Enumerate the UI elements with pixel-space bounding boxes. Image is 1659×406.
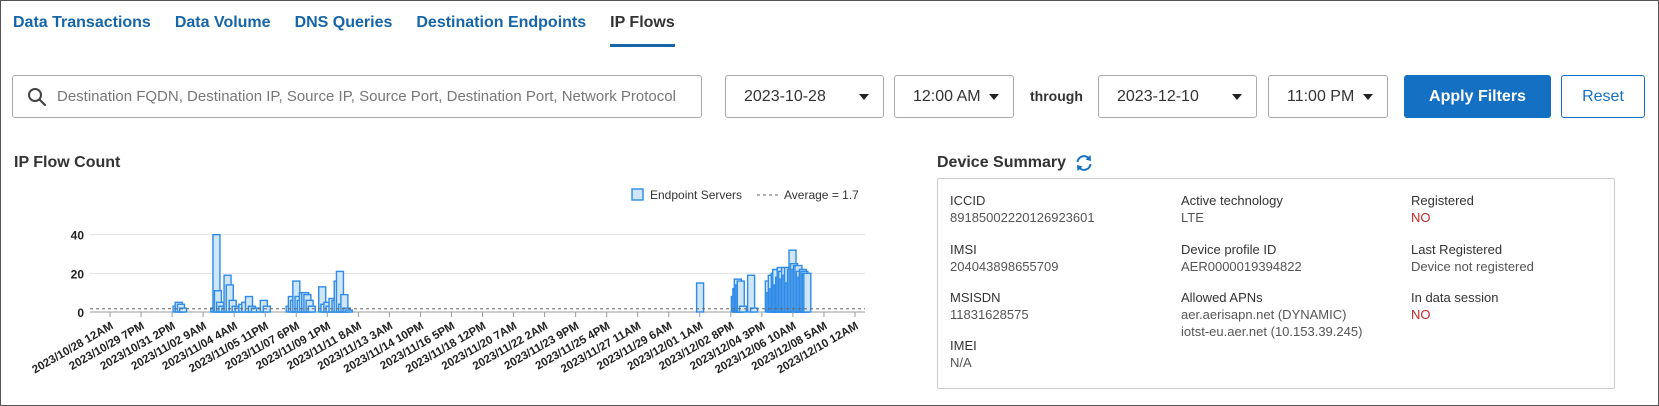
field-registered: Registered NO [1411, 192, 1474, 226]
field-label: Last Registered [1411, 242, 1503, 257]
end-time-select[interactable]: 11:00 PM [1268, 75, 1388, 118]
tab-ip-flows[interactable]: IP Flows [610, 12, 675, 47]
tab-dns-queries[interactable]: DNS Queries [295, 12, 393, 47]
field-label: Allowed APNs [1181, 290, 1263, 305]
field-label: ICCID [950, 193, 986, 208]
tab-bar: Data Transactions Data Volume DNS Querie… [13, 12, 699, 47]
y-tick-label: 0 [77, 306, 84, 320]
field-in-data-session: In data session NO [1411, 289, 1498, 323]
field-value: LTE [1181, 210, 1204, 225]
search-icon [28, 87, 47, 106]
through-label: through [1030, 88, 1083, 104]
field-imsi: IMSI 204043898655709 [950, 241, 1058, 275]
field-label: IMSI [950, 242, 977, 257]
chart-bar [695, 282, 705, 313]
chart-bar [746, 274, 756, 313]
legend-label-average: Average = 1.7 [784, 188, 859, 202]
field-last-registered: Last Registered Device not registered [1411, 241, 1534, 275]
field-value: NO [1411, 307, 1431, 322]
search-box[interactable] [12, 75, 702, 118]
chart-title: IP Flow Count [14, 154, 121, 171]
field-label: Registered [1411, 193, 1474, 208]
field-value: 11831628575 [950, 307, 1029, 322]
chart-bar [803, 272, 812, 313]
tab-data-transactions[interactable]: Data Transactions [13, 12, 151, 47]
start-time-select[interactable]: 12:00 AM [894, 75, 1014, 118]
end-time-value: 11:00 PM [1287, 87, 1355, 105]
y-tick-label: 20 [71, 267, 85, 281]
chevron-down-icon [1363, 93, 1373, 100]
field-value: 89185002220126923601 [950, 210, 1095, 225]
field-value: Device not registered [1411, 259, 1534, 274]
start-date-select[interactable]: 2023-10-28 [725, 75, 884, 118]
chevron-down-icon [989, 93, 999, 100]
legend-label-endpoint-servers: Endpoint Servers [650, 188, 742, 202]
start-date-value: 2023-10-28 [744, 87, 826, 105]
field-iccid: ICCID 89185002220126923601 [950, 192, 1095, 226]
field-value: 204043898655709 [950, 259, 1059, 274]
tab-destination-endpoints[interactable]: Destination Endpoints [416, 12, 586, 47]
field-value: N/A [950, 355, 972, 370]
field-label: In data session [1411, 290, 1499, 305]
y-tick-label: 40 [71, 229, 85, 243]
chevron-down-icon [1232, 93, 1242, 100]
device-summary-heading: Device Summary [937, 154, 1066, 171]
field-allowed-apns: Allowed APNs aer.aerisapn.net (DYNAMIC) … [1181, 289, 1362, 340]
field-value: aer.aerisapn.net (DYNAMIC) [1181, 307, 1347, 322]
field-value: NO [1411, 210, 1431, 225]
field-value: AER0000019394822 [1181, 259, 1302, 274]
field-value-2: iotst-eu.aer.net (10.153.39.245) [1181, 324, 1363, 339]
search-input[interactable] [57, 88, 677, 105]
field-active-technology: Active technology LTE [1181, 192, 1283, 226]
field-label: IMEI [950, 338, 977, 353]
refresh-icon[interactable] [1074, 154, 1094, 172]
field-label: MSISDN [950, 290, 1001, 305]
apply-filters-button[interactable]: Apply Filters [1404, 75, 1551, 118]
legend-swatch-endpoint-servers [631, 188, 644, 201]
end-date-select[interactable]: 2023-12-10 [1098, 75, 1257, 118]
field-label: Device profile ID [1181, 242, 1277, 257]
end-date-value: 2023-12-10 [1117, 87, 1199, 105]
field-label: Active technology [1181, 193, 1283, 208]
device-summary-title: Device Summary [937, 154, 1094, 172]
chevron-down-icon [859, 93, 869, 100]
device-summary-panel: ICCID 89185002220126923601 Active techno… [937, 178, 1615, 389]
field-msisdn: MSISDN 11831628575 [950, 289, 1029, 323]
tab-data-volume[interactable]: Data Volume [175, 12, 271, 47]
field-device-profile-id: Device profile ID AER0000019394822 [1181, 241, 1302, 275]
ip-flow-chart: 020402023/10/28 12AM2023/10/29 7PM2023/1… [30, 188, 865, 376]
start-time-value: 12:00 AM [913, 87, 981, 105]
field-imei: IMEI N/A [950, 337, 977, 371]
chart-bar [344, 309, 354, 313]
reset-button[interactable]: Reset [1561, 75, 1645, 118]
